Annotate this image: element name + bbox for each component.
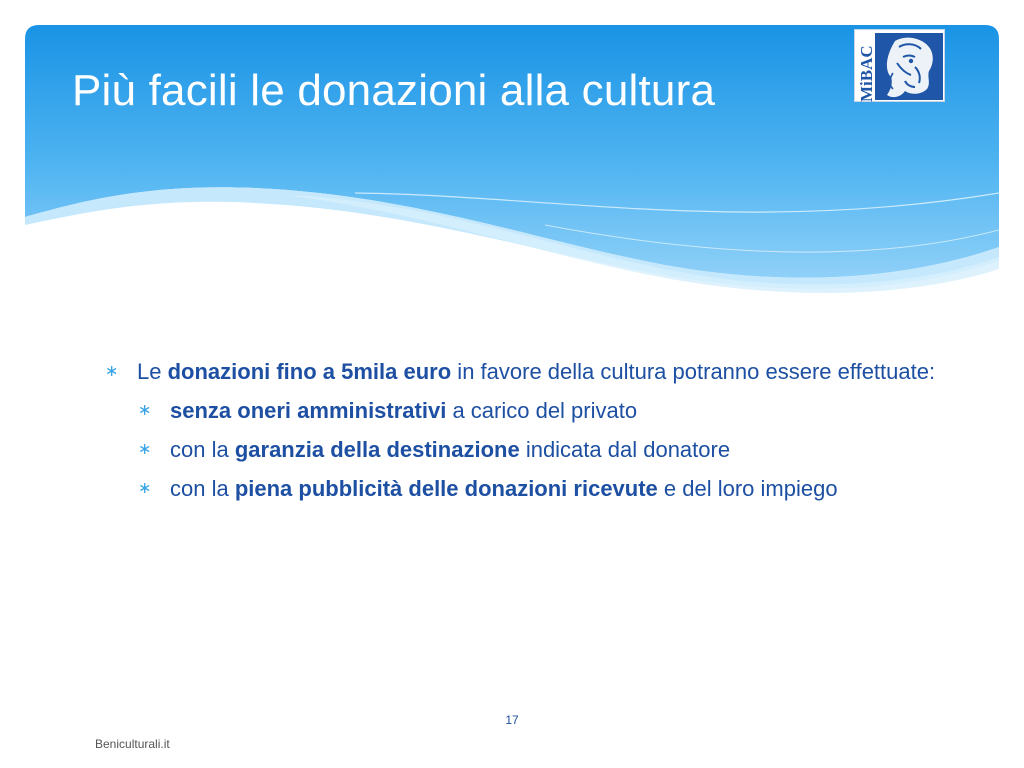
bullet-marker-icon: ∗ xyxy=(138,402,152,419)
subitem-3-pre: con la xyxy=(170,476,235,501)
bullet-subitem-3: ∗ con la piena pubblicità delle donazion… xyxy=(105,472,965,505)
subitem-1-bold: senza oneri amministrativi xyxy=(170,398,447,423)
bullet-subitem-1: ∗ senza oneri amministrativi a carico de… xyxy=(105,394,965,427)
bullet-main-pre: Le xyxy=(137,359,168,384)
bullet-marker-icon: ∗ xyxy=(138,441,152,458)
subitem-3-post: e del loro impiego xyxy=(657,476,838,501)
bullet-marker-icon: ∗ xyxy=(138,480,152,497)
svg-text:MiBAC: MiBAC xyxy=(857,45,876,102)
bullet-list: ∗ Le donazioni fino a 5mila euro in favo… xyxy=(105,355,965,505)
subitem-3-bold: piena pubblicità delle donazioni ricevut… xyxy=(234,476,658,501)
bullet-item-main: ∗ Le donazioni fino a 5mila euro in favo… xyxy=(105,355,965,388)
subitem-1-post: a carico del privato xyxy=(446,398,638,423)
bullet-main-post: in favore della cultura potranno essere … xyxy=(451,359,936,384)
subitem-2-pre: con la xyxy=(170,437,235,462)
mibac-logo: MiBAC xyxy=(854,29,945,102)
bullet-subitem-2: ∗ con la garanzia della destinazione ind… xyxy=(105,433,965,466)
subitem-2-post: indicata dal donatore xyxy=(519,437,731,462)
bullet-marker-icon: ∗ xyxy=(105,363,119,380)
page-number: 17 xyxy=(505,713,519,727)
mibac-logo-wordmark: MiBAC xyxy=(857,45,876,102)
statue-head-icon xyxy=(875,33,943,100)
slide-title: Più facili le donazioni alla cultura xyxy=(72,66,716,115)
footer-text: Beniculturali.it xyxy=(95,737,170,751)
bullet-main-bold: donazioni fino a 5mila euro xyxy=(167,359,452,384)
subitem-2-bold: garanzia della destinazione xyxy=(234,437,520,462)
